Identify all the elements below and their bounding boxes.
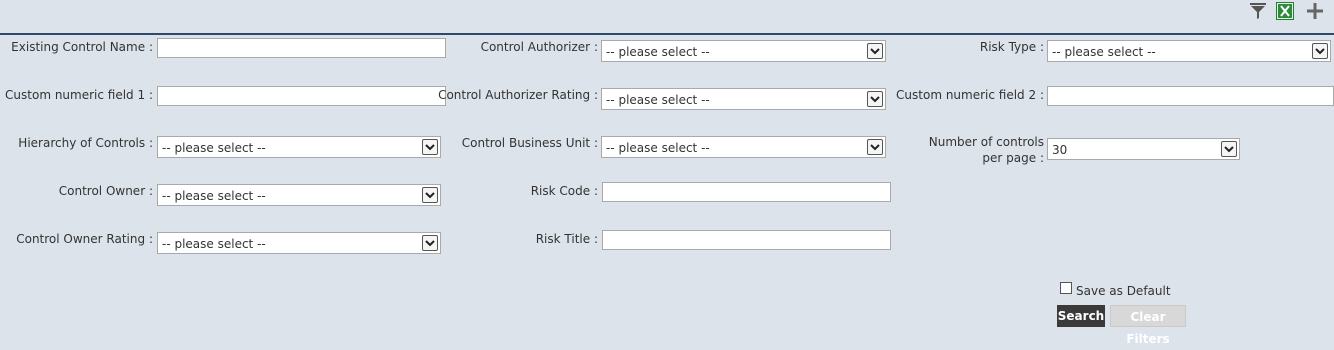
control-authorizer-label: Control Authorizer : bbox=[480, 40, 598, 54]
control-business-unit-value: -- please select -- bbox=[606, 141, 710, 155]
excel-icon[interactable] bbox=[1276, 2, 1294, 20]
custom-numeric-field-2-input[interactable] bbox=[1047, 86, 1334, 106]
risk-code-label: Risk Code : bbox=[530, 184, 598, 198]
save-as-default-label: Save as Default bbox=[1076, 284, 1171, 298]
existing-control-name-label: Existing Control Name : bbox=[11, 40, 153, 54]
hierarchy-of-controls-label: Hierarchy of Controls : bbox=[18, 136, 153, 150]
chevron-down-icon bbox=[867, 91, 883, 107]
control-authorizer-rating-select[interactable]: -- please select -- bbox=[601, 88, 886, 110]
chevron-down-icon bbox=[422, 139, 438, 155]
custom-numeric-field-1-input[interactable] bbox=[157, 86, 446, 106]
control-owner-rating-label: Control Owner Rating : bbox=[16, 232, 153, 246]
custom-numeric-field-1-label: Custom numeric field 1 : bbox=[5, 88, 153, 102]
risk-title-input[interactable] bbox=[602, 230, 891, 250]
clear-filters-button[interactable]: Clear Filters bbox=[1110, 305, 1186, 346]
control-authorizer-rating-value: -- please select -- bbox=[606, 93, 710, 107]
control-authorizer-select[interactable]: -- please select -- bbox=[601, 40, 886, 62]
control-business-unit-label: Control Business Unit : bbox=[461, 136, 598, 150]
chevron-down-icon bbox=[1312, 43, 1328, 59]
existing-control-name-input[interactable] bbox=[157, 38, 446, 58]
controls-per-page-label: Number of controls per page : bbox=[928, 135, 1044, 165]
risk-type-label: Risk Type : bbox=[979, 40, 1044, 54]
control-owner-label: Control Owner : bbox=[58, 184, 153, 198]
controls-per-page-value: 30 bbox=[1052, 143, 1068, 157]
chevron-down-icon bbox=[1221, 141, 1237, 157]
risk-type-select[interactable]: -- please select -- bbox=[1047, 40, 1331, 62]
chevron-down-icon bbox=[867, 139, 883, 155]
top-toolbar bbox=[0, 0, 1334, 35]
custom-numeric-field-2-label: Custom numeric field 2 : bbox=[896, 88, 1044, 102]
chevron-down-icon bbox=[422, 235, 438, 251]
hierarchy-of-controls-select[interactable]: -- please select -- bbox=[157, 136, 441, 158]
chevron-down-icon bbox=[867, 43, 883, 59]
risk-code-input[interactable] bbox=[602, 182, 891, 202]
chevron-down-icon bbox=[422, 187, 438, 203]
risk-title-label: Risk Title : bbox=[535, 232, 598, 246]
hierarchy-of-controls-value: -- please select -- bbox=[162, 141, 266, 155]
control-business-unit-select[interactable]: -- please select -- bbox=[601, 136, 886, 158]
risk-type-value: -- please select -- bbox=[1052, 45, 1156, 59]
control-owner-rating-select[interactable]: -- please select -- bbox=[157, 232, 441, 254]
control-authorizer-value: -- please select -- bbox=[606, 45, 710, 59]
control-authorizer-rating-label: Control Authorizer Rating : bbox=[438, 88, 598, 102]
filter-icon[interactable] bbox=[1249, 2, 1267, 20]
plus-icon[interactable] bbox=[1306, 2, 1324, 20]
control-owner-rating-value: -- please select -- bbox=[162, 237, 266, 251]
control-owner-select[interactable]: -- please select -- bbox=[157, 184, 441, 206]
controls-per-page-select[interactable]: 30 bbox=[1047, 138, 1240, 160]
control-owner-value: -- please select -- bbox=[162, 189, 266, 203]
save-as-default-checkbox[interactable] bbox=[1060, 282, 1072, 294]
search-button[interactable]: Search bbox=[1057, 305, 1105, 327]
